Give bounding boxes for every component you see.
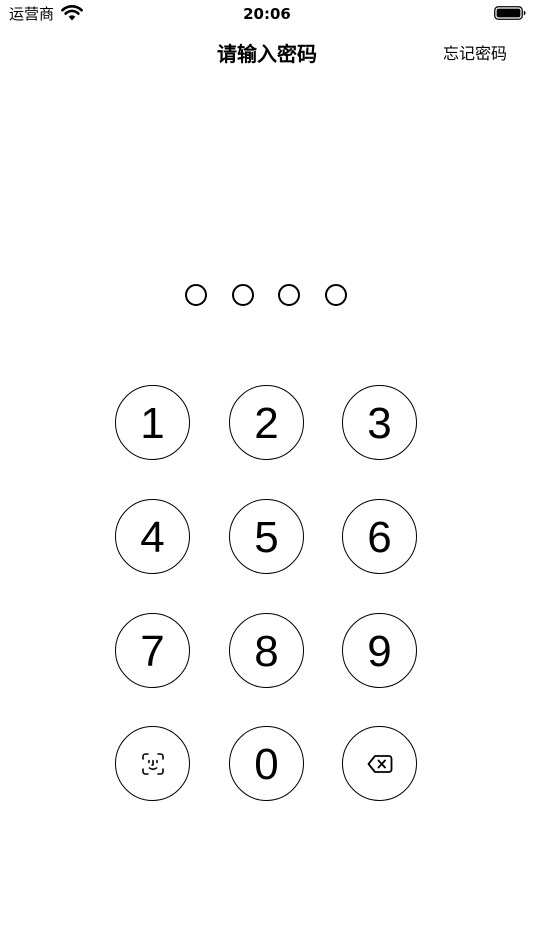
key-label: 3 — [367, 398, 392, 448]
pin-dot — [232, 284, 254, 306]
key-1[interactable]: 1 — [115, 385, 190, 460]
clock: 20:06 — [243, 5, 291, 23]
key-label: 4 — [140, 512, 165, 562]
key-label: 0 — [254, 739, 279, 789]
backspace-icon — [367, 754, 392, 773]
key-7[interactable]: 7 — [115, 613, 190, 688]
key-8[interactable]: 8 — [229, 613, 304, 688]
battery-icon — [494, 6, 526, 20]
face-id-icon — [141, 752, 164, 775]
key-4[interactable]: 4 — [115, 499, 190, 574]
key-label: 1 — [140, 398, 165, 448]
key-label: 7 — [140, 626, 165, 676]
key-label: 8 — [254, 626, 279, 676]
key-6[interactable]: 6 — [342, 499, 417, 574]
backspace-button[interactable] — [342, 726, 417, 801]
pin-dot — [278, 284, 300, 306]
key-0[interactable]: 0 — [229, 726, 304, 801]
pin-dot — [185, 284, 207, 306]
forgot-password-button[interactable]: 忘记密码 — [443, 43, 507, 65]
key-5[interactable]: 5 — [229, 499, 304, 574]
key-label: 5 — [254, 512, 279, 562]
key-3[interactable]: 3 — [342, 385, 417, 460]
status-bar: 运营商 20:06 — [0, 0, 534, 28]
key-label: 6 — [367, 512, 392, 562]
face-id-button[interactable] — [115, 726, 190, 801]
key-label: 9 — [367, 626, 392, 676]
key-label: 2 — [254, 398, 279, 448]
pin-dot — [325, 284, 347, 306]
key-2[interactable]: 2 — [229, 385, 304, 460]
key-9[interactable]: 9 — [342, 613, 417, 688]
pin-indicator — [185, 284, 349, 306]
